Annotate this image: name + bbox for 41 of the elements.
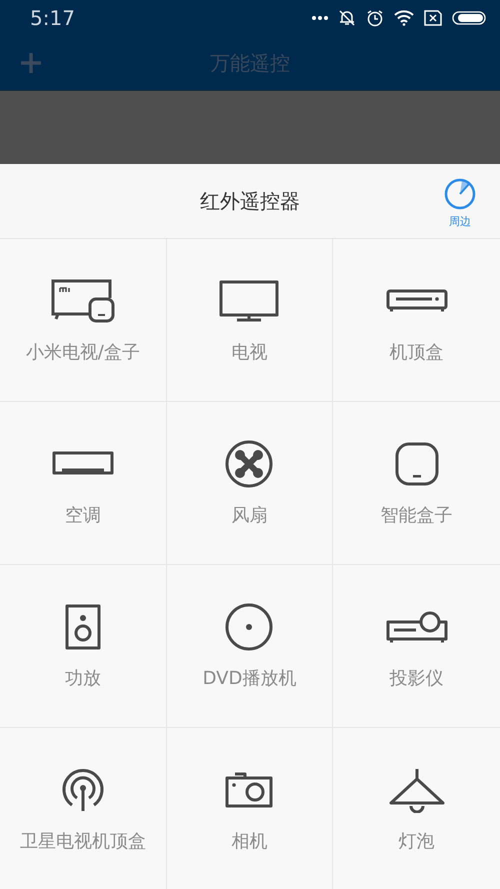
app-title: 万能遥控 — [210, 50, 290, 74]
wifi-icon — [394, 10, 414, 26]
fan-icon — [224, 439, 274, 489]
device-label: 投影仪 — [390, 667, 444, 690]
device-tile[interactable]: 功放 — [0, 565, 167, 728]
speaker-icon — [64, 604, 101, 650]
device-tile[interactable]: 风扇 — [166, 402, 334, 565]
camera-icon — [225, 772, 274, 808]
alarm-icon — [366, 9, 384, 27]
more-icon — [312, 16, 328, 20]
device-label: 卫星电视机顶盒 — [20, 830, 146, 853]
device-label: 空调 — [64, 504, 101, 527]
sheet-title: 红外遥控器 — [200, 188, 300, 214]
device-label: DVD播放机 — [202, 667, 296, 690]
device-label: 风扇 — [231, 504, 268, 527]
set-top-box-icon — [386, 289, 448, 313]
device-tile[interactable]: 电视 — [166, 239, 334, 402]
projector-icon — [386, 610, 448, 644]
device-label: 电视 — [231, 341, 268, 364]
device-label: 机顶盒 — [390, 341, 444, 364]
device-label: 灯泡 — [398, 830, 435, 853]
tv-with-box-icon — [50, 279, 116, 323]
no-sim-icon — [424, 10, 442, 26]
add-icon[interactable] — [20, 52, 42, 74]
device-tile[interactable]: 空调 — [0, 402, 167, 565]
tv-icon — [219, 280, 280, 322]
satellite-dish-icon — [60, 767, 106, 813]
air-conditioner-icon — [52, 451, 114, 477]
device-label: 相机 — [231, 830, 268, 853]
device-tile[interactable]: 小米电视/盒子 — [0, 239, 167, 402]
smart-box-icon — [394, 442, 439, 486]
device-tile[interactable]: 相机 — [166, 728, 334, 889]
device-label: 小米电视/盒子 — [26, 341, 140, 364]
muted-bell-icon — [338, 9, 356, 27]
lamp-icon — [386, 767, 447, 813]
device-label: 功放 — [64, 667, 101, 690]
status-time: 5:17 — [30, 6, 75, 30]
device-label: 智能盒子 — [380, 504, 453, 527]
disc-icon — [224, 602, 274, 652]
battery-icon — [452, 11, 486, 25]
device-tile[interactable]: DVD播放机 — [166, 565, 334, 728]
